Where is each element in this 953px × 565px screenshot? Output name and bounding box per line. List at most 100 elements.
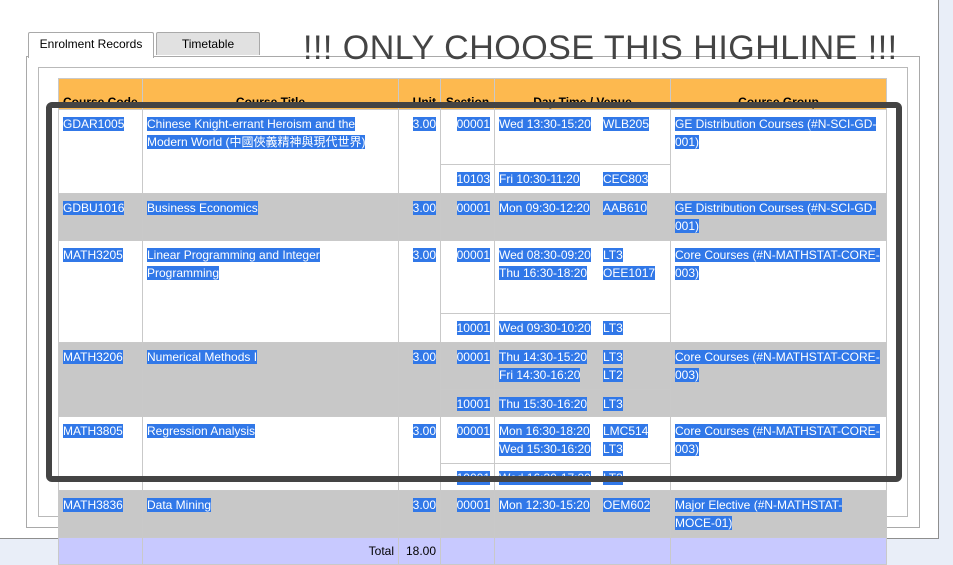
section-number: 00001 [456, 248, 490, 262]
total-units: 18.00 [398, 537, 441, 565]
highlight-annotation-text: !!! ONLY CHOOSE THIS HIGHLINE !!! [303, 29, 898, 67]
section-number: 00001 [456, 117, 490, 131]
day-time-venue-cell: Wed 08:30-09:20 LT3 Thu 16:30-18:20 OEE1017 [494, 240, 671, 314]
slot-venue: LT3 [603, 397, 623, 411]
course-unit: 3.00 [412, 498, 436, 512]
slot-venue: WLB205 [603, 117, 650, 131]
tab-enrolment-records[interactable]: Enrolment Records [28, 32, 154, 58]
course-title: Chinese Knight-errant Heroism and the Mo… [147, 117, 366, 149]
day-time-venue-cell: Thu 15:30-16:20 LT3 [494, 389, 671, 417]
total-empty-cell [440, 537, 495, 565]
slot-venue: OEM602 [603, 498, 651, 512]
section-cell: 10001 [440, 389, 495, 417]
section-cell: 00001 [440, 416, 495, 464]
slot-time: Fri 14:30-16:20 [499, 368, 581, 382]
course-code: MATH3206 [63, 350, 123, 364]
day-time-venue-cell: Fri 10:30-11:20 CEC803 [494, 164, 671, 194]
table-row[interactable]: MATH3836 Data Mining 3.00 00001 Mon 12:30-15… [58, 490, 887, 538]
course-group: Major Elective (#N-MATHSTAT-MOCE-01) [675, 498, 843, 530]
course-unit: 3.00 [412, 201, 436, 215]
unit-cell: 3.00 [398, 416, 441, 491]
day-time-venue-cell: Wed 13:30-15:20 WLB205 [494, 109, 671, 165]
section-number: 10001 [456, 397, 490, 411]
section-number: 00001 [456, 201, 490, 215]
course-group-cell: Core Courses (#N-MATHSTAT-CORE-003) [670, 342, 887, 417]
course-group-cell: Major Elective (#N-MATHSTAT-MOCE-01) [670, 490, 887, 538]
course-title: Data Mining [147, 498, 212, 512]
schedule-slot: Mon 12:30-15:20 OEM602 [499, 496, 666, 514]
table-row[interactable]: GDBU1016 Business Economics 3.00 00001 Mon 0… [58, 193, 887, 241]
course-group: Core Courses (#N-MATHSTAT-CORE-003) [675, 424, 880, 456]
total-empty-cell [670, 537, 887, 565]
col-header-unit: Unit [398, 78, 441, 110]
table-row[interactable]: MATH3805 Regression Analysis 3.00 00001 Mon … [58, 416, 887, 491]
col-header-section: Section [440, 78, 495, 110]
tab-timetable[interactable]: Timetable [156, 32, 260, 55]
course-group-cell: GE Distribution Courses (#N-SCI-GD-001) [670, 193, 887, 241]
section-number: 10001 [456, 471, 490, 485]
day-time-venue-cell: Wed 16:30-17:20 LT3 [494, 463, 671, 491]
slot-venue: AAB610 [603, 201, 648, 215]
day-time-venue-cell: Mon 16:30-18:20 LMC514 Wed 15:30-16:20 LT3 [494, 416, 671, 464]
schedule-slot: Wed 08:30-09:20 LT3 [499, 246, 666, 264]
section-number: 00001 [456, 350, 490, 364]
slot-time: Wed 09:30-10:20 [499, 321, 591, 335]
day-time-venue-cell: Mon 12:30-15:20 OEM602 [494, 490, 671, 538]
section-number: 00001 [456, 424, 490, 438]
unit-cell: 3.00 [398, 193, 441, 241]
section-cell: 00001 [440, 490, 495, 538]
section-cell: 10001 [440, 463, 495, 491]
total-empty-cell [494, 537, 671, 565]
slot-time: Mon 12:30-15:20 [499, 498, 590, 512]
course-title-cell: Numerical Methods I [142, 342, 399, 417]
table-row[interactable]: GDAR1005 Chinese Knight-errant Heroism an… [58, 109, 887, 194]
schedule-slot: Thu 14:30-15:20 LT3 [499, 348, 666, 366]
slot-venue: LT2 [603, 368, 623, 382]
course-unit: 3.00 [412, 350, 436, 364]
table-row[interactable]: MATH3205 Linear Programming and Integer P… [58, 240, 887, 343]
slot-venue: LT3 [603, 471, 623, 485]
schedule-slot: Thu 15:30-16:20 LT3 [499, 395, 666, 413]
table-row[interactable]: MATH3206 Numerical Methods I 3.00 00001 Thu … [58, 342, 887, 417]
schedule-slot: Fri 10:30-11:20 CEC803 [499, 170, 666, 188]
course-code-cell: MATH3206 [58, 342, 143, 417]
course-title: Regression Analysis [147, 424, 256, 438]
section-cell: 00001 [440, 240, 495, 314]
section-cell: 00001 [440, 109, 495, 165]
slot-time: Wed 13:30-15:20 [499, 117, 591, 131]
slot-time: Thu 14:30-15:20 [499, 350, 588, 364]
course-group: GE Distribution Courses (#N-SCI-GD-001) [675, 117, 877, 149]
course-code: MATH3205 [63, 248, 123, 262]
slot-time: Mon 16:30-18:20 [499, 424, 590, 438]
slot-time: Thu 16:30-18:20 [499, 266, 588, 280]
course-unit: 3.00 [412, 424, 436, 438]
col-header-course-group: Course Group [670, 78, 887, 110]
course-title-cell: Data Mining [142, 490, 399, 538]
course-title-cell: Business Economics [142, 193, 399, 241]
schedule-slot: Wed 09:30-10:20 LT3 [499, 319, 666, 337]
slot-time: Wed 15:30-16:20 [499, 442, 591, 456]
col-header-day-time-venue: Day Time / Venue [494, 78, 671, 110]
section-cell: 10001 [440, 313, 495, 343]
course-title: Business Economics [147, 201, 258, 215]
section-number: 10103 [456, 172, 490, 186]
course-title-cell: Regression Analysis [142, 416, 399, 491]
course-code: GDAR1005 [63, 117, 125, 131]
course-code-cell: MATH3205 [58, 240, 143, 343]
col-header-course-code: Course Code [58, 78, 143, 110]
section-cell: 00001 [440, 342, 495, 390]
day-time-venue-cell: Wed 09:30-10:20 LT3 [494, 313, 671, 343]
section-number: 10001 [456, 321, 490, 335]
section-cell: 10103 [440, 164, 495, 194]
schedule-slot: Fri 14:30-16:20 LT2 [499, 366, 666, 384]
course-group: Core Courses (#N-MATHSTAT-CORE-003) [675, 248, 880, 280]
slot-venue: LMC514 [603, 424, 649, 438]
course-title: Linear Programming and Integer Programmi… [147, 248, 320, 280]
col-header-course-title: Course Title [142, 78, 399, 110]
course-group-cell: Core Courses (#N-MATHSTAT-CORE-003) [670, 240, 887, 343]
slot-venue: LT3 [603, 442, 623, 456]
slot-venue: OEE1017 [603, 266, 656, 280]
course-code: MATH3836 [63, 498, 123, 512]
course-group-cell: GE Distribution Courses (#N-SCI-GD-001) [670, 109, 887, 194]
schedule-slot: Thu 16:30-18:20 OEE1017 [499, 264, 666, 282]
